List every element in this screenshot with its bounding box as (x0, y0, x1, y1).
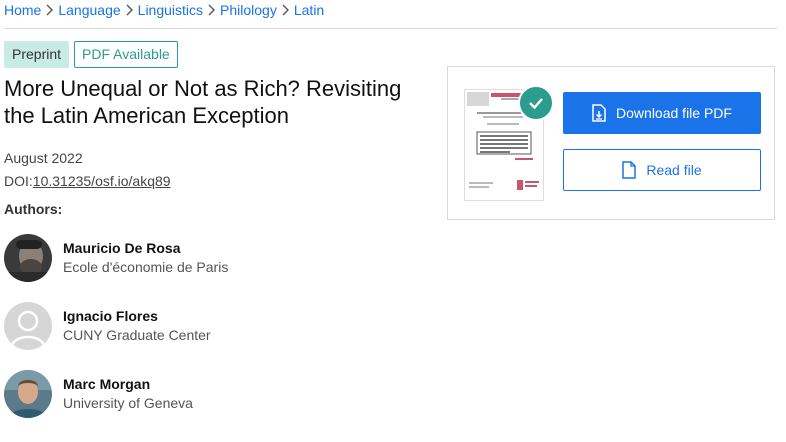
author-name: Marc Morgan (63, 376, 151, 392)
author-name: Ignacio Flores (63, 308, 158, 324)
breadcrumb-linguistics[interactable]: Linguistics (138, 2, 203, 18)
file-card: Download file PDF Read file (447, 66, 775, 220)
default-avatar-icon (4, 302, 52, 350)
breadcrumb: Home Language Linguistics Philology Lati… (4, 2, 324, 18)
doi-label: DOI: (4, 173, 33, 189)
read-file-label: Read file (646, 162, 702, 178)
author-item[interactable]: Marc Morgan University of Geneva (4, 370, 193, 418)
breadcrumb-philology[interactable]: Philology (220, 2, 277, 18)
download-file-icon (592, 104, 606, 122)
breadcrumb-home[interactable]: Home (4, 2, 41, 18)
publication-date: August 2022 (4, 150, 83, 166)
badges: Preprint PDF Available (4, 41, 178, 68)
pdf-available-badge: PDF Available (74, 41, 178, 68)
authors-label: Authors: (4, 201, 63, 217)
read-file-button[interactable]: Read file (563, 149, 761, 191)
page-title: More Unequal or Not as Rich? Revisiting … (4, 76, 402, 128)
file-icon (622, 161, 637, 179)
doi-link[interactable]: 10.31235/osf.io/akq89 (33, 173, 171, 189)
author-name: Mauricio De Rosa (63, 240, 181, 256)
download-file-label: Download file PDF (616, 105, 732, 121)
preprint-badge: Preprint (4, 41, 70, 68)
avatar (4, 234, 52, 282)
chevron-right-icon (207, 4, 216, 16)
author-affiliation: CUNY Graduate Center (63, 327, 211, 343)
avatar (4, 370, 52, 418)
breadcrumb-language[interactable]: Language (58, 2, 120, 18)
author-affiliation: Ecole d'économie de Paris (63, 259, 229, 275)
breadcrumb-latin[interactable]: Latin (294, 2, 324, 18)
download-file-button[interactable]: Download file PDF (563, 92, 761, 134)
author-item[interactable]: Ignacio Flores CUNY Graduate Center (4, 302, 211, 350)
chevron-right-icon (281, 4, 290, 16)
chevron-right-icon (45, 4, 54, 16)
author-affiliation: University of Geneva (63, 395, 193, 411)
chevron-right-icon (125, 4, 134, 16)
doi: DOI:10.31235/osf.io/akq89 (4, 173, 171, 189)
check-icon (518, 85, 554, 121)
author-item[interactable]: Mauricio De Rosa Ecole d'économie de Par… (4, 234, 228, 282)
divider (4, 28, 777, 29)
